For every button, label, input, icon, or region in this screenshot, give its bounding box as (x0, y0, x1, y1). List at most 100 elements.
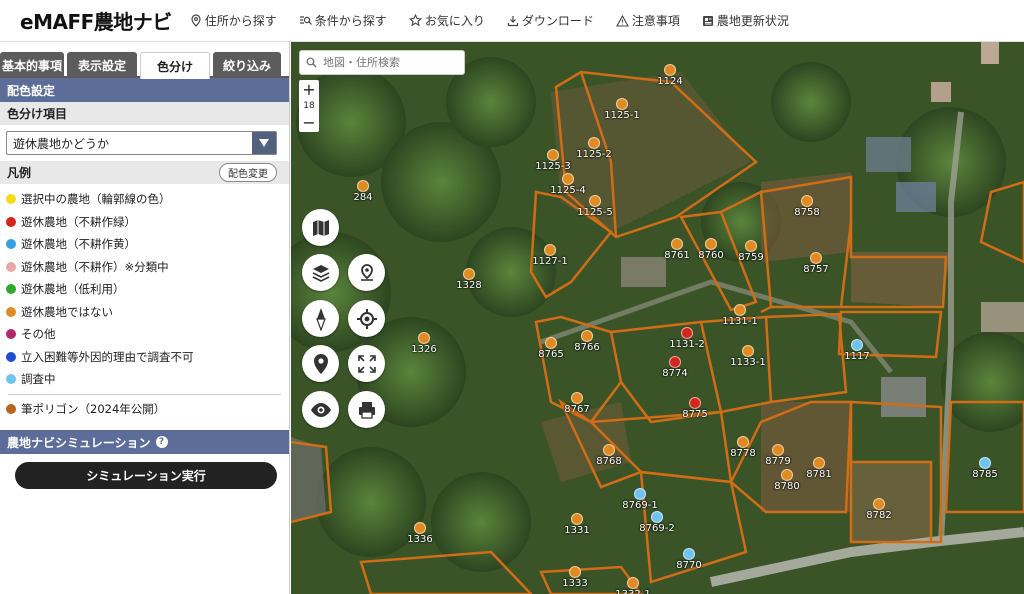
parcel-marker[interactable] (463, 268, 475, 280)
parcel-marker[interactable] (616, 98, 628, 110)
parcel-marker[interactable] (683, 548, 695, 560)
parcel-label[interactable]: 1125-3 (535, 161, 570, 172)
parcel-label[interactable]: 8769-1 (622, 500, 657, 511)
nav-notes[interactable]: 注意事項 (615, 12, 680, 29)
parcel-marker[interactable] (781, 469, 793, 481)
parcel-label[interactable]: 1331 (564, 525, 589, 536)
parcel-marker[interactable] (745, 240, 757, 252)
tab-color-coding[interactable]: 色分け (140, 52, 210, 79)
parcel-label[interactable]: 1125-1 (604, 110, 639, 121)
parcel-marker[interactable] (581, 330, 593, 342)
parcel-label[interactable]: 1333 (562, 578, 587, 589)
parcel-label[interactable]: 8767 (564, 404, 589, 415)
parcel-label[interactable]: 1326 (411, 344, 436, 355)
parcel-marker[interactable] (571, 392, 583, 404)
color-item-select[interactable]: 遊休農地かどうか (6, 131, 277, 155)
parcel-marker[interactable] (664, 64, 676, 76)
parcel-label[interactable]: 1131-2 (669, 339, 704, 350)
parcel-marker[interactable] (547, 149, 559, 161)
visibility-button[interactable] (302, 391, 339, 428)
parcel-label[interactable]: 1332-1 (615, 589, 650, 594)
parcel-marker[interactable] (742, 345, 754, 357)
current-location-button[interactable] (348, 300, 385, 337)
parcel-label[interactable]: 1133-1 (730, 357, 765, 368)
parcel-label[interactable]: 1127-1 (532, 256, 567, 267)
zoom-in-button[interactable]: + (299, 80, 319, 99)
map-search-box[interactable] (299, 50, 465, 75)
layers-button[interactable] (302, 254, 339, 291)
parcel-marker[interactable] (772, 444, 784, 456)
chevron-down-icon[interactable] (252, 132, 276, 154)
parcel-label[interactable]: 8779 (765, 456, 790, 467)
parcel-label[interactable]: 284 (353, 192, 372, 203)
map-search-input[interactable] (321, 55, 455, 70)
fullscreen-button[interactable] (348, 345, 385, 382)
map-view[interactable]: + 18 − 1124 1125-1 1125-2 1125-3 1125-4 1125-… (291, 42, 1024, 594)
help-icon[interactable]: ? (155, 436, 168, 448)
parcel-marker[interactable] (627, 577, 639, 589)
parcel-marker[interactable] (544, 244, 556, 256)
parcel-marker[interactable] (851, 339, 863, 351)
parcel-label[interactable]: 8778 (730, 448, 755, 459)
parcel-marker[interactable] (705, 238, 717, 250)
parcel-label[interactable]: 1328 (456, 280, 481, 291)
parcel-label[interactable]: 8765 (538, 349, 563, 360)
nav-address-search[interactable]: 住所から探す (190, 12, 277, 29)
tab-display-settings[interactable]: 表示設定 (67, 52, 137, 78)
parcel-label[interactable]: 1336 (407, 534, 432, 545)
parcel-marker[interactable] (357, 180, 369, 192)
parcel-marker[interactable] (801, 195, 813, 207)
parcel-marker[interactable] (669, 356, 681, 368)
app-logo[interactable]: eMAFF農地ナビ (20, 6, 172, 35)
parcel-marker[interactable] (589, 195, 601, 207)
parcel-marker[interactable] (414, 522, 426, 534)
parcel-label[interactable]: 8782 (866, 510, 891, 521)
parcel-marker[interactable] (571, 513, 583, 525)
basemap-button[interactable] (302, 209, 339, 246)
parcel-label[interactable]: 8758 (794, 207, 819, 218)
parcel-marker[interactable] (588, 137, 600, 149)
parcel-label[interactable]: 8770 (676, 560, 701, 571)
parcel-label[interactable]: 8769-2 (639, 523, 674, 534)
parcel-label[interactable]: 8774 (662, 368, 687, 379)
run-simulation-button[interactable]: シミュレーション実行 (15, 462, 277, 489)
nav-favorites[interactable]: お気に入り (408, 12, 485, 29)
parcel-marker[interactable] (651, 511, 663, 523)
parcel-label[interactable]: 8766 (574, 342, 599, 353)
nav-download[interactable]: ダウンロード (507, 12, 594, 29)
parcel-label[interactable]: 1125-5 (577, 207, 612, 218)
parcel-marker[interactable] (813, 457, 825, 469)
parcel-marker[interactable] (545, 337, 557, 349)
change-colors-button[interactable]: 配色変更 (219, 163, 277, 182)
zoom-out-button[interactable]: − (299, 113, 319, 132)
nav-condition-search[interactable]: 条件から探す (299, 12, 387, 29)
parcel-label[interactable]: 8781 (806, 469, 831, 480)
parcel-label[interactable]: 8780 (774, 481, 799, 492)
parcel-marker[interactable] (418, 332, 430, 344)
print-button[interactable] (348, 391, 385, 428)
parcel-marker[interactable] (671, 238, 683, 250)
parcel-label[interactable]: 8775 (682, 409, 707, 420)
compass-button[interactable] (302, 300, 339, 337)
tab-basic[interactable]: 基本的事項 (0, 52, 64, 78)
parcel-label[interactable]: 1125-4 (550, 185, 585, 196)
parcel-marker[interactable] (979, 457, 991, 469)
parcel-label[interactable]: 8768 (596, 456, 621, 467)
parcel-marker[interactable] (734, 304, 746, 316)
route-button[interactable] (348, 254, 385, 291)
parcel-label[interactable]: 1125-2 (576, 149, 611, 160)
marker-button[interactable] (302, 345, 339, 382)
tab-filter[interactable]: 絞り込み (213, 52, 281, 78)
parcel-marker[interactable] (737, 436, 749, 448)
parcel-marker[interactable] (634, 488, 646, 500)
parcel-label[interactable]: 8759 (738, 252, 763, 263)
parcel-marker[interactable] (873, 498, 885, 510)
parcel-label[interactable]: 8760 (698, 250, 723, 261)
parcel-marker[interactable] (569, 566, 581, 578)
parcel-marker[interactable] (603, 444, 615, 456)
parcel-label[interactable]: 8757 (803, 264, 828, 275)
parcel-marker[interactable] (689, 397, 701, 409)
parcel-marker[interactable] (810, 252, 822, 264)
parcel-marker[interactable] (681, 327, 693, 339)
parcel-label[interactable]: 1117 (844, 351, 869, 362)
